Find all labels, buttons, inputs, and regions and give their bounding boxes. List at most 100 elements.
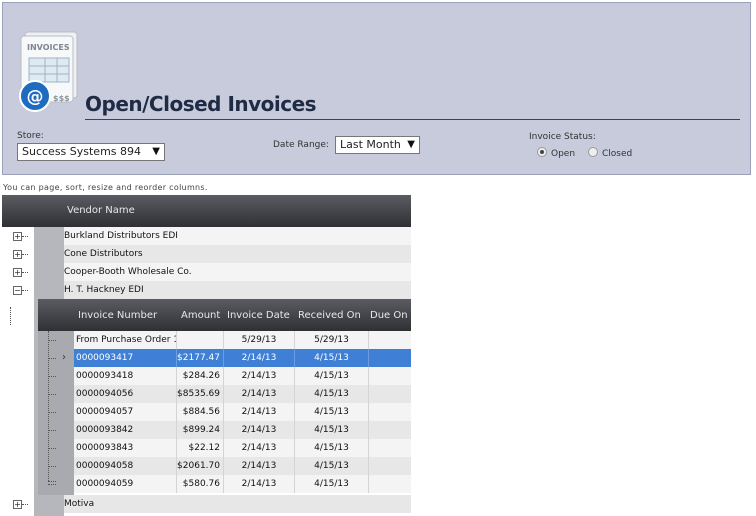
column-header-vendor-name[interactable]: Vendor Name (67, 205, 135, 216)
invoice-row[interactable]: 0000094057 $884.56 2/14/13 4/15/13 (74, 403, 411, 421)
radio-unselected-icon (588, 147, 598, 157)
expand-plus-icon[interactable]: + (13, 250, 22, 259)
radio-selected-icon (537, 147, 547, 157)
tree-connector (22, 254, 28, 255)
tree-connector (48, 430, 56, 431)
cell-due-on (368, 331, 411, 349)
invoice-row[interactable]: From Purchase Order 1 5/29/13 5/29/13 (74, 331, 411, 349)
cell-amount: $2177.47 (176, 349, 223, 367)
dropdown-arrow-icon: ▼ (407, 139, 415, 150)
cell-due-on (368, 475, 411, 493)
invoice-subgrid-header: Invoice Number Amount Invoice Date Recei… (38, 299, 411, 331)
cell-invoice-date: 2/14/13 (223, 385, 294, 403)
vendor-row[interactable]: Motiva (64, 495, 411, 513)
cell-amount: $22.12 (176, 439, 223, 457)
cell-received-on: 4/15/13 (294, 457, 368, 475)
cell-due-on (368, 403, 411, 421)
tree-connector (10, 307, 11, 325)
cell-received-on: 4/15/13 (294, 367, 368, 385)
vendor-name: Cooper-Booth Wholesale Co. (64, 267, 192, 277)
column-header-due-on[interactable]: Due On (370, 310, 408, 321)
cell-due-on (368, 421, 411, 439)
column-header-received-on[interactable]: Received On (298, 310, 361, 321)
logo-badge-text: INVOICES (27, 43, 70, 52)
status-open-label: Open (551, 149, 576, 159)
cell-amount: $899.24 (176, 421, 223, 439)
cell-invoice-number: From Purchase Order 1 (76, 335, 176, 345)
cell-received-on: 4/15/13 (294, 475, 368, 493)
cell-invoice-number: 0000094057 (76, 407, 134, 417)
status-closed-label: Closed (602, 149, 633, 159)
status-radio-open[interactable]: Open (537, 147, 575, 159)
cell-amount: $884.56 (176, 403, 223, 421)
invoice-subgrid: Invoice Number Amount Invoice Date Recei… (38, 299, 411, 495)
status-radio-closed[interactable]: Closed (588, 147, 632, 159)
invoices-logo-icon: INVOICES $$$ @ (19, 31, 78, 112)
date-range-value: Last Month (340, 138, 401, 151)
dropdown-arrow-icon: ▼ (152, 146, 160, 157)
cell-due-on (368, 439, 411, 457)
vendor-grid-header: Vendor Name (2, 195, 411, 227)
invoice-row[interactable]: 0000093842 $899.24 2/14/13 4/15/13 (74, 421, 411, 439)
collapse-minus-icon[interactable]: − (13, 286, 22, 295)
cell-received-on: 4/15/13 (294, 349, 368, 367)
cell-invoice-date: 5/29/13 (223, 331, 294, 349)
cell-due-on (368, 349, 411, 367)
tree-connector (48, 481, 56, 482)
vendor-row[interactable]: Cooper-Booth Wholesale Co. (64, 263, 411, 281)
store-select[interactable]: Success Systems 894 ▼ (17, 143, 165, 161)
cell-received-on: 4/15/13 (294, 421, 368, 439)
invoice-row[interactable]: 0000093418 $284.26 2/14/13 4/15/13 (74, 367, 411, 385)
tree-connector (48, 466, 56, 467)
svg-text:@: @ (27, 87, 44, 107)
tree-connector (48, 448, 56, 449)
cell-invoice-number: 0000094058 (76, 461, 134, 471)
tree-connector (48, 484, 56, 485)
cell-invoice-date: 2/14/13 (223, 439, 294, 457)
filter-panel: INVOICES $$$ @ Open/Closed Invoices Stor… (2, 2, 751, 175)
vendor-name: Burkland Distributors EDI (64, 231, 178, 241)
vendor-row[interactable]: Burkland Distributors EDI (64, 227, 411, 245)
cell-invoice-number: 0000094059 (76, 479, 134, 489)
store-label: Store: (17, 131, 44, 141)
vendor-name: Motiva (64, 499, 95, 509)
cell-received-on: 4/15/13 (294, 403, 368, 421)
date-range-select[interactable]: Last Month ▼ (335, 136, 420, 154)
cell-invoice-number: 0000093843 (76, 443, 134, 453)
column-header-amount[interactable]: Amount (181, 310, 220, 321)
store-select-value: Success Systems 894 (22, 145, 142, 158)
tree-connector (48, 340, 56, 341)
cell-amount: $580.76 (176, 475, 223, 493)
cell-received-on: 4/15/13 (294, 439, 368, 457)
column-header-invoice-date[interactable]: Invoice Date (227, 310, 290, 321)
cell-invoice-date: 2/14/13 (223, 457, 294, 475)
vendor-grid: Vendor Name Burkland Distributors EDI Co… (2, 195, 411, 516)
tree-connector (48, 358, 56, 359)
invoice-row[interactable]: 0000094056 $8535.69 2/14/13 4/15/13 (74, 385, 411, 403)
tree-connector (48, 412, 56, 413)
expand-plus-icon[interactable]: + (13, 500, 22, 509)
cell-amount: $8535.69 (176, 385, 223, 403)
tree-connector (22, 272, 28, 273)
invoice-row[interactable]: 0000094059 $580.76 2/14/13 4/15/13 (74, 475, 411, 493)
cell-invoice-date: 2/14/13 (223, 367, 294, 385)
title-divider (85, 119, 740, 120)
expand-plus-icon[interactable]: + (13, 232, 22, 241)
invoice-status-label: Invoice Status: (529, 132, 596, 142)
expand-plus-icon[interactable]: + (13, 268, 22, 277)
tree-connector (48, 376, 56, 377)
invoice-row[interactable]: 0000093417 $2177.47 2/14/13 4/15/13 (74, 349, 411, 367)
cell-amount (176, 331, 223, 349)
invoice-row[interactable]: 0000094058 $2061.70 2/14/13 4/15/13 (74, 457, 411, 475)
current-row-indicator-icon: › (62, 352, 66, 363)
vendor-row[interactable]: H. T. Hackney EDI (64, 281, 411, 299)
cell-invoice-number: 0000094056 (76, 389, 134, 399)
vendor-row[interactable]: Cone Distributors (64, 245, 411, 263)
cell-invoice-number: 0000093842 (76, 425, 134, 435)
invoice-row[interactable]: 0000093843 $22.12 2/14/13 4/15/13 (74, 439, 411, 457)
tree-connector (48, 331, 49, 481)
column-header-invoice-number[interactable]: Invoice Number (78, 310, 157, 321)
date-range-label: Date Range: (273, 140, 329, 150)
cell-invoice-date: 2/14/13 (223, 403, 294, 421)
grid-hint-text: You can page, sort, resize and reorder c… (3, 183, 208, 192)
